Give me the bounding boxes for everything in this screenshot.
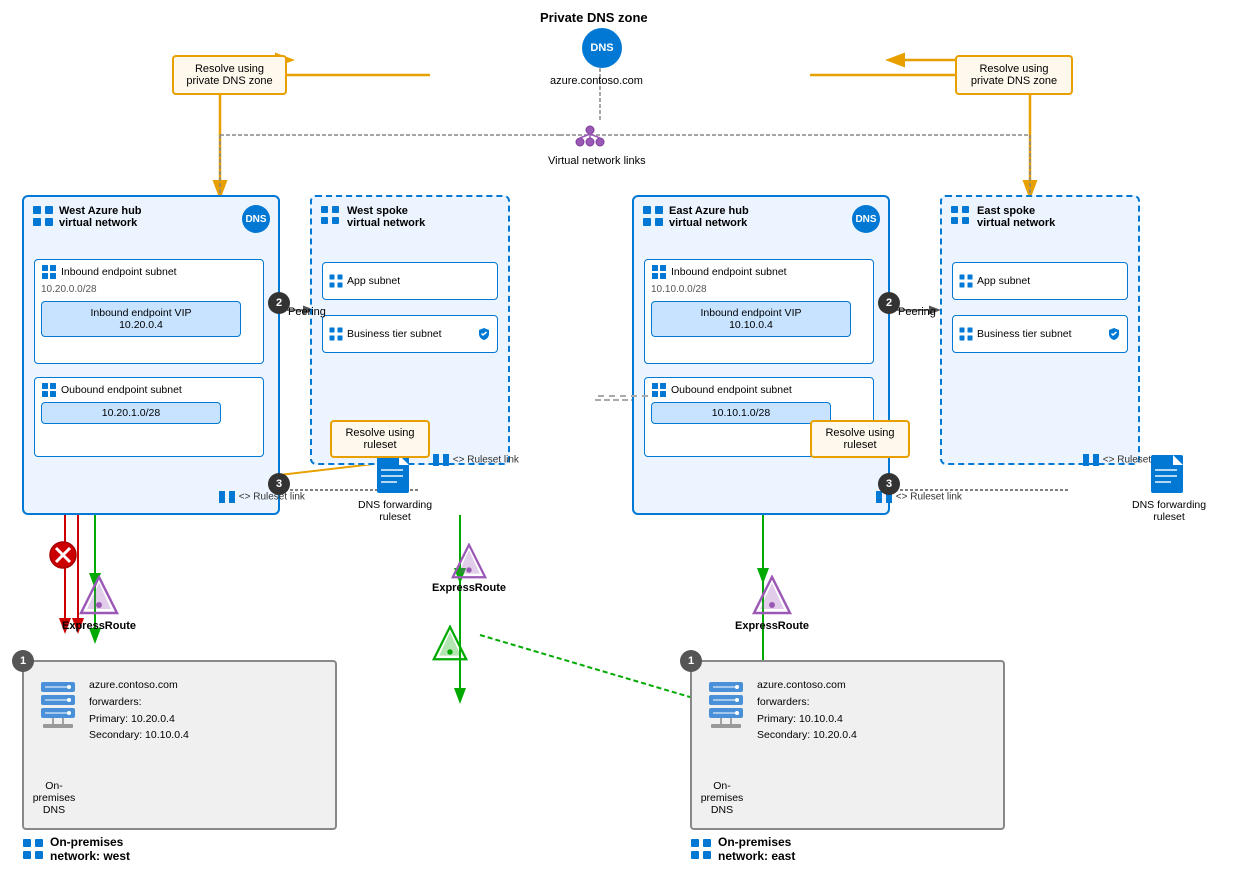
west-hub-badge-3: 3 xyxy=(268,473,290,495)
onprem-west-dns-info: azure.contoso.comforwarders:Primary: 10.… xyxy=(89,677,189,744)
west-spoke-app-label: App subnet xyxy=(347,275,400,287)
resolve-private-left: Resolve usingprivate DNS zone xyxy=(172,55,287,95)
west-spoke-app-subnet: App subnet xyxy=(322,262,498,300)
west-spoke-title: West spokevirtual network xyxy=(347,205,425,229)
west-peering-label: Peering xyxy=(288,306,326,318)
onprem-east-title: On-premisesnetwork: east xyxy=(690,835,795,863)
central-expressroute-top: ExpressRoute xyxy=(432,543,506,594)
west-outbound-subnet-label: Oubound endpoint subnet xyxy=(61,384,182,396)
east-inbound-vip: Inbound endpoint VIP10.10.0.4 xyxy=(651,301,851,337)
west-dns-forwarding-label: DNS forwardingruleset xyxy=(358,499,432,523)
vnet-links-label: Virtual network links xyxy=(548,155,646,167)
domain-name-label: azure.contoso.com xyxy=(550,75,643,87)
onprem-east-server-icon xyxy=(707,682,745,733)
east-hub-vnet: East Azure hubvirtual network DNS 2 Inbo… xyxy=(632,195,890,515)
onprem-east-box: 1 azure.contoso.comforwarders:Primary: 1… xyxy=(690,660,1005,830)
onprem-west-badge: 1 xyxy=(12,650,34,672)
west-hub-title: West Azure hubvirtual network xyxy=(59,205,142,229)
west-outbound-ip: 10.20.1.0/28 xyxy=(41,402,221,424)
west-expressroute-left: ExpressRoute xyxy=(62,575,136,632)
east-expressroute: ExpressRoute xyxy=(735,575,809,632)
vnet-links-icon xyxy=(575,120,605,153)
east-spoke-biz-subnet: Business tier subnet xyxy=(952,315,1128,353)
onprem-east-dns-info: azure.contoso.comforwarders:Primary: 10.… xyxy=(757,677,857,744)
onprem-west-box: 1 azure.contoso.comforwarders:Primary: 1… xyxy=(22,660,337,830)
private-dns-zone-label: Private DNS zone xyxy=(540,10,648,25)
west-resolve-ruleset: Resolve usingruleset xyxy=(330,420,430,458)
east-spoke-biz-label: Business tier subnet xyxy=(977,328,1072,340)
east-hub-title: East Azure hubvirtual network xyxy=(669,205,749,229)
west-ruleset-link-spoke: <> Ruleset link xyxy=(432,453,519,467)
east-dns-forwarding: DNS forwardingruleset xyxy=(1132,455,1206,523)
east-hub-vnet-icon xyxy=(642,205,664,230)
onprem-east-dns-label: On-premisesDNS xyxy=(697,780,747,816)
east-hub-inbound-subnet: Inbound endpoint subnet 10.10.0.0/28 Inb… xyxy=(644,259,874,364)
block-icon xyxy=(48,540,78,573)
east-spoke-title: East spokevirtual network xyxy=(977,205,1055,229)
separator xyxy=(598,395,648,397)
east-hub-badge-3: 3 xyxy=(878,473,900,495)
west-inbound-ip: 10.20.0.0/28 xyxy=(41,284,257,295)
west-hub-vnet: West Azure hubvirtual network DNS 2 Inbo… xyxy=(22,195,280,515)
east-spoke-vnet: East spokevirtual network App subnet Bus… xyxy=(940,195,1140,465)
west-inbound-vip: Inbound endpoint VIP10.20.0.4 xyxy=(41,301,241,337)
east-outbound-subnet-label: Oubound endpoint subnet xyxy=(671,384,792,396)
east-spoke-app-subnet: App subnet xyxy=(952,262,1128,300)
dns-icon: DNS xyxy=(582,28,622,68)
diagram-container: Private DNS zone DNS azure.contoso.com V… xyxy=(0,0,1245,870)
east-hub-badge-2: 2 xyxy=(878,292,900,314)
east-resolve-ruleset: Resolve usingruleset xyxy=(810,420,910,458)
onprem-east-badge: 1 xyxy=(680,650,702,672)
onprem-west-title: On-premisesnetwork: west xyxy=(22,835,130,863)
east-spoke-vnet-icon xyxy=(950,205,970,228)
east-hub-dns-badge: DNS xyxy=(852,205,880,233)
west-hub-inbound-subnet: Inbound endpoint subnet 10.20.0.0/28 Inb… xyxy=(34,259,264,364)
west-dns-forwarding: DNS forwardingruleset xyxy=(358,455,432,523)
west-hub-dns-badge: DNS xyxy=(242,205,270,233)
onprem-west-dns-label: On-premisesDNS xyxy=(29,780,79,816)
east-spoke-app-label: App subnet xyxy=(977,275,1030,287)
east-inbound-subnet-label: Inbound endpoint subnet xyxy=(671,266,787,278)
west-hub-badge-2: 2 xyxy=(268,292,290,314)
east-inbound-ip: 10.10.0.0/28 xyxy=(651,284,867,295)
onprem-west-server-icon xyxy=(39,682,77,733)
west-spoke-vnet-icon xyxy=(320,205,340,228)
west-hub-outbound-subnet: Oubound endpoint subnet 10.20.1.0/28 xyxy=(34,377,264,457)
resolve-private-right: Resolve usingprivate DNS zone xyxy=(955,55,1073,95)
west-spoke-biz-label: Business tier subnet xyxy=(347,328,442,340)
west-inbound-subnet-label: Inbound endpoint subnet xyxy=(61,266,177,278)
east-peering-label: Peering xyxy=(898,306,936,318)
central-expressroute-bottom xyxy=(432,625,468,664)
east-outbound-ip: 10.10.1.0/28 xyxy=(651,402,831,424)
west-spoke-biz-subnet: Business tier subnet xyxy=(322,315,498,353)
west-ruleset-link-hub: <> Ruleset link xyxy=(218,490,305,504)
west-hub-vnet-icon xyxy=(32,205,54,230)
east-dns-forwarding-label: DNS forwardingruleset xyxy=(1132,499,1206,523)
